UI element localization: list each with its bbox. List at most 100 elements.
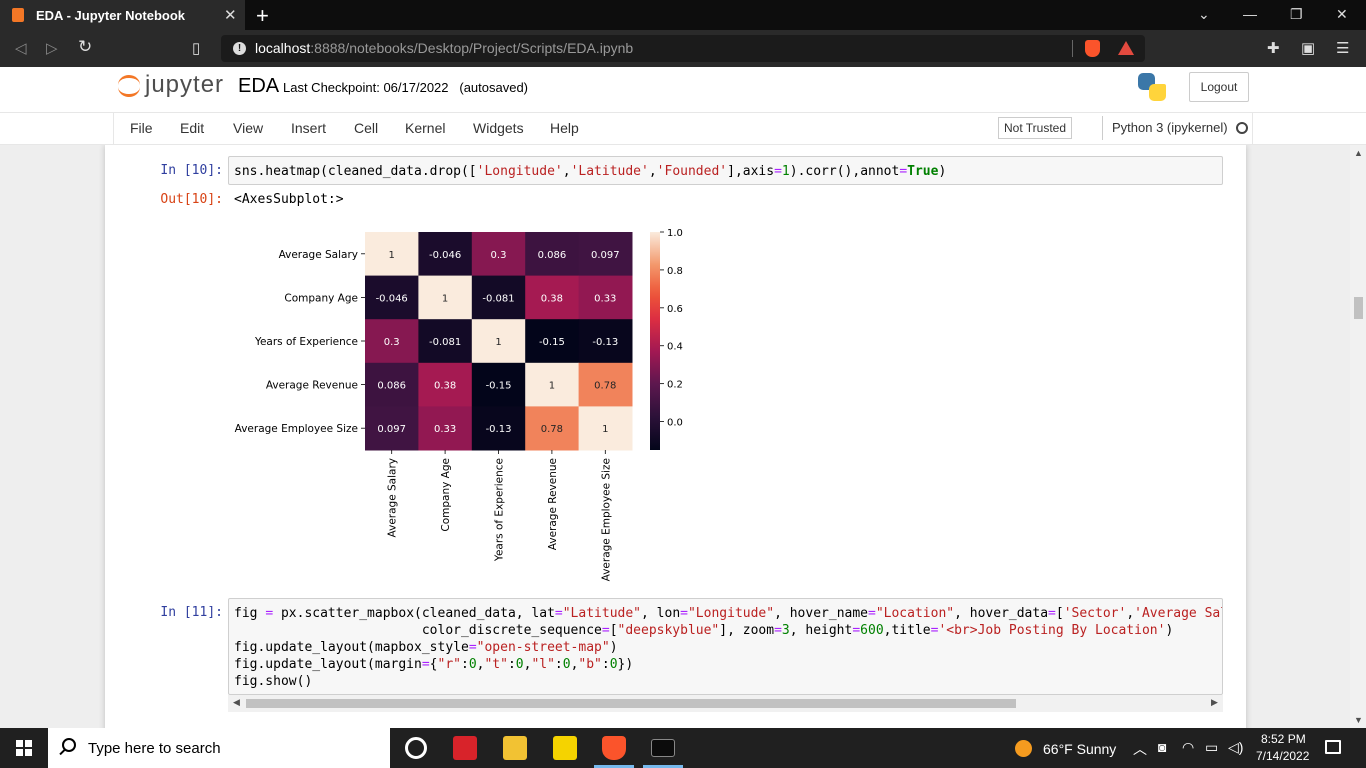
scroll-down-icon[interactable]: ▼ [1354, 715, 1363, 725]
menu-edit[interactable]: Edit [180, 120, 204, 136]
meet-now-icon[interactable]: ◙ [1158, 739, 1166, 755]
cell-11-code-line: fig.update_layout(mapbox_style="open-str… [234, 640, 618, 655]
x-tick-label: Years of Experience [494, 458, 506, 562]
heatmap-cell-label: 0.097 [377, 424, 406, 435]
brave-rewards-icon[interactable] [1118, 41, 1134, 55]
url-bar[interactable]: ! localhost:8888/notebooks/Desktop/Proje… [221, 35, 1145, 62]
notebook-favicon-icon [12, 8, 24, 22]
logout-button[interactable]: Logout [1189, 72, 1249, 102]
weather-text[interactable]: 66°F Sunny [1043, 741, 1116, 757]
scroll-up-icon[interactable]: ▲ [1354, 148, 1363, 158]
heatmap-cell-label: -0.13 [592, 337, 618, 348]
browser-tab[interactable]: EDA - Jupyter Notebook ✕ [0, 0, 245, 30]
task-view-icon[interactable] [405, 737, 427, 759]
heatmap-cell-label: -0.15 [486, 381, 512, 392]
volume-icon[interactable]: ◁) [1228, 739, 1243, 756]
weather-sun-icon[interactable] [1015, 740, 1032, 757]
heatmap-cell-label: 0.38 [434, 381, 456, 392]
y-tick-label: Years of Experience [254, 336, 358, 348]
clock-time[interactable]: 8:52 PM [1261, 732, 1306, 746]
menu-icon[interactable]: ☰ [1336, 39, 1349, 57]
forward-icon[interactable]: ▷ [46, 39, 58, 57]
url-text[interactable]: localhost:8888/notebooks/Desktop/Project… [255, 40, 633, 56]
app-mega-icon[interactable] [453, 736, 477, 760]
search-icon [62, 738, 76, 752]
new-tab-icon[interactable]: + [256, 3, 269, 29]
cell-10-code-editor[interactable]: sns.heatmap(cleaned_data.drop(['Longitud… [228, 156, 1223, 185]
scroll-right-icon[interactable]: ▶ [1211, 697, 1218, 708]
colorbar-tick-label: 0.6 [667, 304, 683, 315]
menu-cell[interactable]: Cell [354, 120, 378, 136]
scroll-left-icon[interactable]: ◀ [233, 697, 240, 708]
extensions-icon[interactable]: ✚ [1267, 39, 1280, 57]
colorbar-tick-label: 1.0 [667, 228, 683, 239]
url-separator [1072, 40, 1073, 57]
menu-kernel[interactable]: Kernel [405, 120, 445, 136]
heatmap-cell-label: -0.15 [539, 337, 565, 348]
notebook-name[interactable]: EDA [238, 75, 279, 98]
heatmap-cell-label: 0.33 [594, 293, 616, 304]
tab-close-icon[interactable]: ✕ [224, 6, 237, 24]
python-logo-icon [1138, 73, 1166, 101]
horizontal-scroll-thumb[interactable] [246, 699, 1016, 708]
kernel-separator [1102, 116, 1103, 140]
colorbar-tick-label: 0.2 [667, 380, 683, 391]
close-window-icon[interactable]: ✕ [1336, 6, 1348, 23]
heatmap-cell-label: 1 [442, 293, 448, 304]
bookmark-icon[interactable]: ▯ [192, 39, 200, 57]
jupyter-logo-icon[interactable] [118, 73, 140, 101]
heatmap-cell-label: 0.086 [538, 250, 567, 261]
cell-11-code-line: fig.show() [234, 674, 313, 689]
page-vertical-scrollbar[interactable]: ▲ ▼ [1350, 145, 1366, 728]
restore-icon[interactable]: ❐ [1290, 6, 1303, 23]
file-explorer-icon[interactable] [503, 736, 527, 760]
brave-browser-icon[interactable] [602, 736, 626, 760]
battery-icon[interactable]: ▭ [1205, 739, 1218, 756]
wifi-icon[interactable]: ◠ [1182, 739, 1194, 756]
wallet-icon[interactable]: ▣ [1301, 39, 1315, 57]
heatmap-cell-label: -0.046 [376, 293, 408, 304]
menu-insert[interactable]: Insert [291, 120, 326, 136]
cell-11-horizontal-scrollbar[interactable]: ◀ ▶ [228, 695, 1223, 712]
back-icon[interactable]: ◁ [15, 39, 27, 57]
correlation-heatmap: 1 -0.046 0.3 0.086 0.097 -0.046 1 -0.081 0.38 0.3… [235, 228, 683, 581]
windows-start-icon[interactable] [16, 740, 32, 756]
site-info-icon[interactable]: ! [233, 42, 246, 55]
colorbar [650, 232, 660, 450]
menu-bar: File Edit View Insert Cell Kernel Widget… [0, 112, 1366, 145]
jupyter-logo-text[interactable]: jupyter [145, 71, 224, 99]
heatmap-cell-label: 0.3 [491, 250, 507, 261]
terminal-icon[interactable] [651, 739, 675, 757]
cell-10-input-prompt: In [10]: [160, 163, 223, 178]
tab-list-chevron-icon[interactable]: ⌄ [1198, 6, 1210, 23]
colorbar-tick-label: 0.0 [667, 418, 683, 429]
heatmap-cell-label: 0.33 [434, 424, 456, 435]
menu-file[interactable]: File [130, 120, 153, 136]
notifications-icon[interactable] [1325, 740, 1341, 754]
menu-widgets[interactable]: Widgets [473, 120, 524, 136]
vertical-scroll-thumb[interactable] [1354, 297, 1363, 319]
reload-icon[interactable]: ↻ [78, 37, 92, 57]
tray-chevron-icon[interactable]: ︿ [1133, 739, 1147, 759]
heatmap-cell-label: 1 [602, 424, 608, 435]
heatmap-cell-label: 0.78 [594, 381, 616, 392]
trust-button[interactable]: Not Trusted [998, 117, 1073, 139]
cell-11-input-prompt: In [11]: [160, 605, 223, 620]
clock-date[interactable]: 7/14/2022 [1256, 749, 1309, 763]
heatmap-cell-label: 1 [549, 381, 555, 392]
cell-11-code-line: color_discrete_sequence=["deepskyblue"],… [234, 623, 1174, 638]
taskbar-search-placeholder[interactable]: Type here to search [88, 740, 221, 757]
cell-11-code-editor[interactable]: fig = px.scatter_mapbox(cleaned_data, la… [228, 598, 1223, 695]
cell-10-output-prompt: Out[10]: [160, 192, 223, 207]
brave-shields-icon[interactable] [1085, 40, 1100, 57]
menu-view[interactable]: View [233, 120, 263, 136]
y-tick-label: Average Employee Size [235, 423, 358, 435]
cell-11-code-line: fig.update_layout(margin={"r":0,"t":0,"l… [234, 657, 634, 672]
x-tick-label: Company Age [440, 458, 452, 532]
minimize-icon[interactable]: — [1243, 6, 1257, 22]
kernel-name[interactable]: Python 3 (ipykernel) [1112, 120, 1228, 135]
menu-help[interactable]: Help [550, 120, 579, 136]
x-tick-label: Average Salary [387, 458, 399, 537]
heatmap-cell-label: 0.097 [591, 250, 620, 261]
media-player-icon[interactable] [553, 736, 577, 760]
